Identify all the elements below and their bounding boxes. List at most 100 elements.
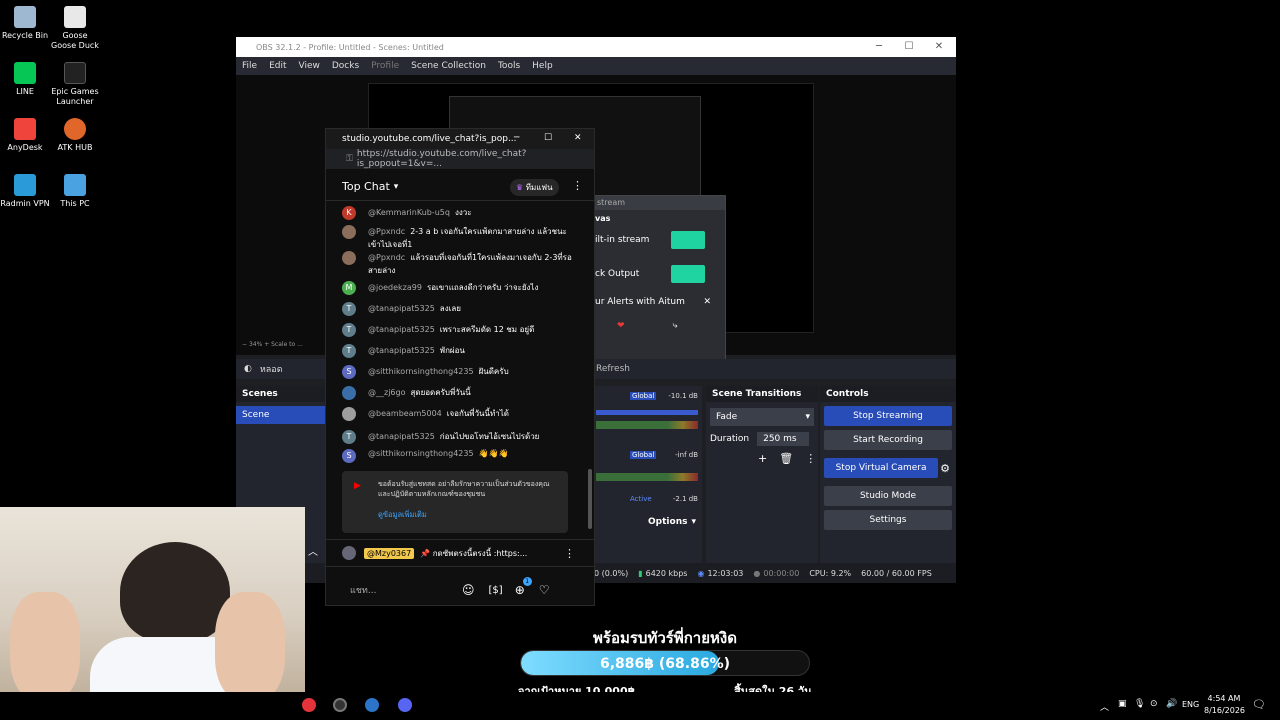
chat-message[interactable]: S @sitthikornsingthong4235 ฝันดีครับ (342, 365, 582, 379)
chat-author[interactable]: @sitthikornsingthong4235 (368, 367, 474, 376)
minimize-icon[interactable]: ─ (864, 37, 894, 57)
tray-date[interactable]: 8/16/2026 (1204, 706, 1245, 715)
close-icon[interactable]: ✕ (924, 37, 954, 57)
obs-taskbar-icon[interactable] (333, 698, 347, 712)
chat-titlebar[interactable]: studio.youtube.com/live_chat?is_pop... ─… (326, 129, 594, 149)
chat-message[interactable]: T @tanapipat5325 พักผ่อน (342, 344, 582, 358)
menu-profile[interactable]: Profile (371, 61, 399, 71)
stop-virtual-camera-button[interactable]: Stop Virtual Camera (824, 458, 939, 478)
studio-mode-button[interactable]: Studio Mode (824, 486, 952, 506)
chat-author[interactable]: @sitthikornsingthong4235 (368, 449, 474, 458)
trash-icon[interactable]: 🗑 (779, 452, 793, 465)
maximize-icon[interactable]: ☐ (544, 133, 552, 143)
chat-author[interactable]: @tanapipat5325 (368, 325, 435, 334)
transition-select[interactable]: Fade ▾ (710, 408, 814, 426)
more-icon[interactable]: ⋮ (564, 547, 575, 560)
taskbar-app-icon[interactable] (302, 698, 316, 712)
toggle-builtin-stream[interactable] (671, 231, 705, 249)
emoji-icon[interactable]: ☺ (462, 583, 475, 597)
chat-message[interactable]: @__zj6go สุดยอดครับพี่วันนี้ (342, 386, 582, 400)
menu-help[interactable]: Help (532, 61, 553, 71)
chat-author[interactable]: @__zj6go (368, 388, 405, 397)
chat-message[interactable]: S @sitthikornsingthong4235 👋👋👋 (342, 449, 582, 463)
obs-titlebar[interactable]: OBS 32.1.2 - Profile: Untitled - Scenes:… (236, 37, 956, 57)
share-icon[interactable]: ⤷ (673, 321, 678, 331)
close-icon[interactable]: ✕ (703, 297, 711, 307)
reaction-badge: 1 (522, 577, 532, 586)
desktop-icon-goose-goose-duck[interactable]: Goose Goose Duck (50, 6, 100, 51)
chat-author[interactable]: @Ppxndc (368, 253, 405, 262)
tray-chevron-up-icon[interactable]: ︿ (1100, 700, 1109, 713)
zoom-controls[interactable]: − 34% + Scale to ... (242, 341, 303, 348)
chat-scrollbar[interactable] (588, 469, 592, 529)
tray-wifi-icon[interactable]: ⊙ (1150, 699, 1158, 709)
settings-button[interactable]: Settings (824, 510, 952, 530)
chat-url-bar[interactable]: ⚿ https://studio.youtube.com/live_chat?i… (326, 149, 594, 169)
atk-hub-icon (64, 118, 86, 140)
add-transition-icon[interactable]: + (758, 452, 767, 465)
chat-author[interactable]: @tanapipat5325 (368, 304, 435, 313)
menu-edit[interactable]: Edit (269, 61, 286, 71)
tray-network-icon[interactable]: ▣ (1118, 699, 1127, 709)
notice-learn-more-link[interactable]: ดูข้อมูลเพิ่มเติม (378, 509, 427, 521)
tray-volume-icon[interactable]: 🔊 (1166, 699, 1177, 709)
heart-icon[interactable]: ❤ (617, 321, 625, 331)
menu-tools[interactable]: Tools (498, 61, 520, 71)
scene-item[interactable]: Scene (236, 406, 326, 424)
gear-icon[interactable]: ⚙ (940, 462, 950, 475)
chat-author[interactable]: @joedekza99 (368, 283, 422, 292)
heart-icon[interactable]: ♡ (539, 583, 550, 597)
menu-view[interactable]: View (299, 61, 320, 71)
chat-author[interactable]: @beambeam5004 (368, 409, 442, 418)
chat-message[interactable]: K @KemmarinKub-u5q งงวะ (342, 206, 582, 220)
more-icon[interactable]: ⋮ (805, 452, 816, 465)
chat-welcome-notice: ▶ ขอต้อนรับสู่แชทสด อย่าลืมรักษาความเป็น… (342, 471, 568, 533)
chat-author[interactable]: @tanapipat5325 (368, 432, 435, 441)
chat-input[interactable]: แชท... (350, 583, 460, 597)
chat-message[interactable]: T @tanapipat5325 ลงเลย (342, 302, 582, 316)
notification-icon[interactable]: 🗨 (1252, 698, 1266, 711)
options-button[interactable]: Options (648, 517, 687, 527)
chat-author[interactable]: @Ppxndc (368, 227, 405, 236)
chat-message[interactable]: @beambeam5004 เจอกันพี่วันนี้ทำได้ (342, 407, 582, 421)
start-recording-button[interactable]: Start Recording (824, 430, 952, 450)
browser-taskbar-icon[interactable] (365, 698, 379, 712)
maximize-icon[interactable]: ☐ (894, 37, 924, 57)
toggle-output[interactable] (671, 265, 705, 283)
stop-streaming-button[interactable]: Stop Streaming (824, 406, 952, 426)
chevron-up-icon[interactable]: ︿ (305, 543, 321, 559)
desktop-icon-anydesk[interactable]: AnyDesk (0, 118, 50, 153)
more-icon[interactable]: ⋮ (572, 179, 583, 192)
tray-clock[interactable]: 4:54 AM (1204, 694, 1244, 703)
duration-input[interactable]: 250 ms (757, 432, 810, 446)
refresh-button[interactable]: Refresh (596, 364, 630, 374)
add-reaction-icon[interactable]: ⊕ 1 (515, 577, 532, 597)
tray-mic-icon[interactable]: 🎙 (1134, 699, 1145, 709)
desktop-icon-this-pc[interactable]: This PC (50, 174, 100, 209)
tray-language[interactable]: ENG (1182, 700, 1199, 709)
desktop-icon-line[interactable]: LINE (0, 62, 50, 97)
menu-docks[interactable]: Docks (332, 61, 359, 71)
super-chat-icon[interactable]: [$] (489, 585, 503, 596)
minimize-icon[interactable]: ─ (514, 133, 519, 143)
chat-author[interactable]: @KemmarinKub-u5q (368, 208, 450, 217)
chat-message[interactable]: @Ppxndc 2-3 a b เจอกันใครแพ้ตกมาสายล่าง แ… (342, 225, 582, 251)
discord-taskbar-icon[interactable] (398, 698, 412, 712)
desktop-icon-radmin-vpn[interactable]: Radmin VPN (0, 174, 50, 209)
desktop-icon-atk-hub[interactable]: ATK HUB (50, 118, 100, 153)
chat-mode-selector[interactable]: Top Chat (342, 180, 390, 193)
desktop-icon-recycle-bin[interactable]: Recycle Bin (0, 6, 50, 41)
chat-message[interactable]: @Ppxndc แล้วรอบที่เจอกันที่1ใครแพ้ลงมาเจอ… (342, 251, 582, 277)
pinned-message[interactable]: @Mzy0367 📌 กดซัพตรงนี้ตรงนี้ :https:... … (326, 539, 594, 567)
member-button[interactable]: ♛ ทีมแฟน (510, 179, 559, 196)
chat-message-body: @__zj6go สุดยอดครับพี่วันนี้ (368, 386, 471, 399)
close-icon[interactable]: ✕ (574, 133, 582, 143)
menu-scene-collection[interactable]: Scene Collection (411, 61, 486, 71)
chat-message[interactable]: T @tanapipat5325 เพราะสครีมดัด 12 ชม อยู่ด… (342, 323, 582, 337)
desktop-icon-epic-games[interactable]: Epic Games Launcher (50, 62, 100, 107)
chat-message[interactable]: T @tanapipat5325 ก่อนไปขอโทษไอ้เซนไปรด้วย (342, 430, 582, 444)
chat-message[interactable]: M @joedekza99 รอเขาแถลงดีกว่าครับ ว่าจะยัง… (342, 281, 582, 295)
menu-file[interactable]: File (242, 61, 257, 71)
mixer-track-1-volume-slider[interactable] (596, 410, 698, 415)
chat-author[interactable]: @tanapipat5325 (368, 346, 435, 355)
